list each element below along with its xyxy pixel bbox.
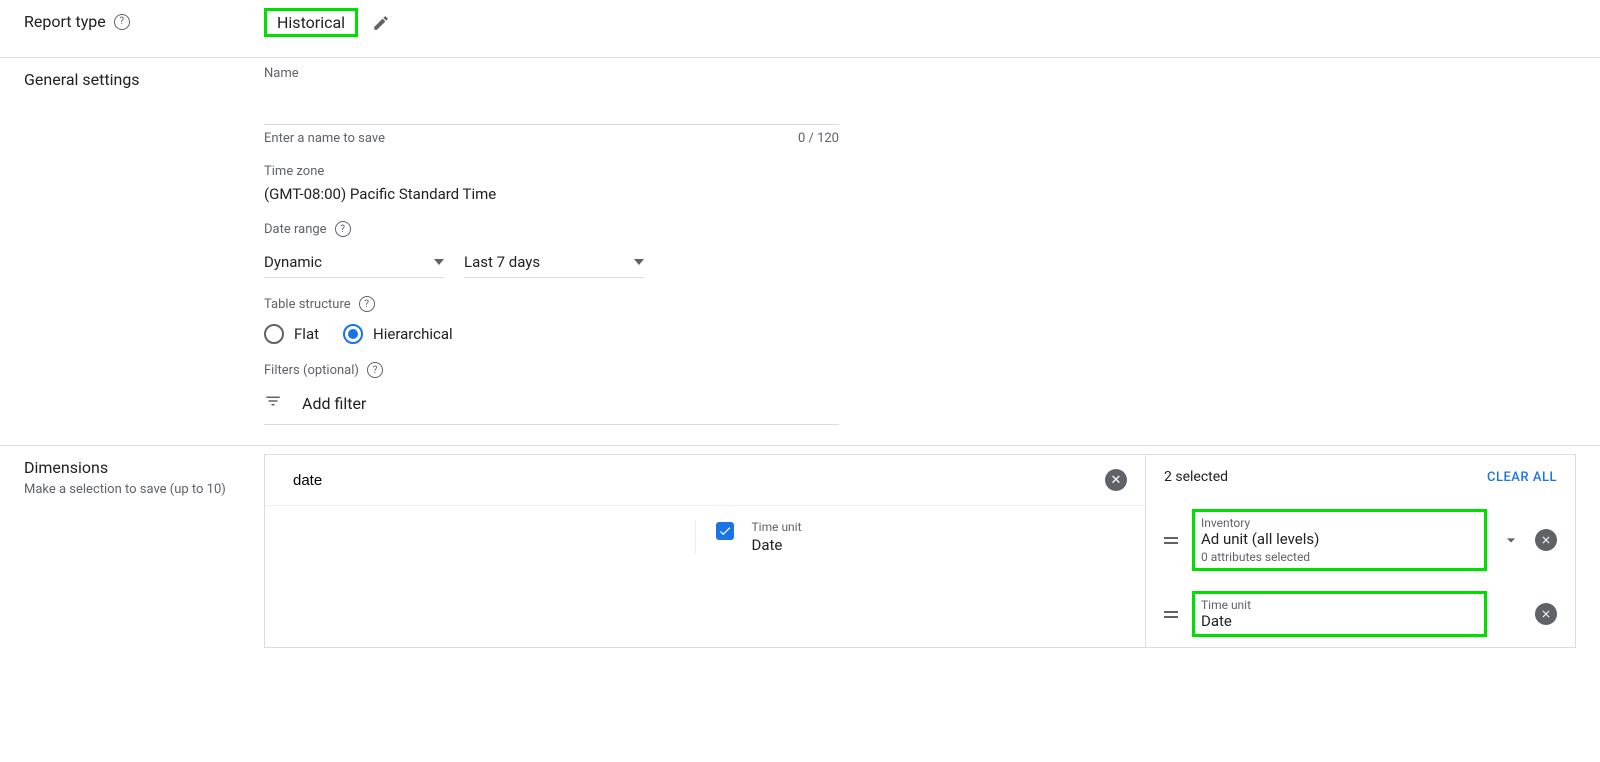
selected-dimension-item: Time unit Date [1146, 581, 1575, 647]
add-filter-button[interactable]: Add filter [264, 392, 839, 425]
radio-hierarchical[interactable]: Hierarchical [343, 324, 453, 344]
result-category: Time unit [752, 520, 802, 534]
filters-label: Filters (optional) [264, 363, 359, 378]
add-filter-label: Add filter [302, 394, 366, 413]
help-icon[interactable]: ? [359, 296, 375, 312]
selected-sub: 0 attributes selected [1201, 550, 1478, 564]
general-settings-label: General settings [24, 70, 140, 89]
radio-icon [343, 324, 363, 344]
chevron-down-icon[interactable] [1501, 530, 1521, 550]
selected-name: Ad unit (all levels) [1201, 530, 1478, 548]
selected-category: Time unit [1201, 598, 1478, 612]
dimensions-search-input[interactable] [283, 472, 1105, 489]
selected-category: Inventory [1201, 516, 1478, 530]
report-type-value: Historical [277, 13, 345, 32]
name-hint: Enter a name to save [264, 131, 385, 146]
range-value-select[interactable]: Last 7 days [464, 247, 644, 278]
filter-icon [264, 392, 282, 414]
report-type-section: Report type ? Historical [0, 0, 1600, 57]
drag-handle-icon[interactable] [1164, 537, 1178, 544]
range-type-value: Dynamic [264, 253, 322, 271]
dimensions-search-column: ✕ Time unit Date [264, 454, 1146, 648]
range-preset-value: Last 7 days [464, 253, 540, 271]
selected-count: 2 selected [1164, 469, 1228, 485]
selected-highlight: Time unit Date [1192, 591, 1487, 637]
result-name: Date [752, 536, 802, 554]
date-range-label: Date range [264, 222, 327, 237]
help-icon[interactable]: ? [367, 362, 383, 378]
dropdown-arrow-icon [634, 259, 644, 265]
result-checkbox[interactable] [716, 522, 734, 540]
report-type-label: Report type [24, 12, 106, 31]
selected-highlight: Inventory Ad unit (all levels) 0 attribu… [1192, 509, 1487, 571]
help-icon[interactable]: ? [114, 14, 130, 30]
selected-name: Date [1201, 612, 1478, 630]
radio-hierarchical-label: Hierarchical [373, 325, 453, 343]
selected-dimension-item: Inventory Ad unit (all levels) 0 attribu… [1146, 499, 1575, 581]
dimensions-selected-column: 2 selected CLEAR ALL Inventory Ad unit (… [1146, 454, 1576, 648]
remove-icon[interactable] [1535, 529, 1557, 551]
timezone-label: Time zone [264, 164, 1576, 179]
general-settings-section: General settings Name Enter a name to sa… [0, 58, 1600, 445]
dimensions-section: Dimensions Make a selection to save (up … [0, 446, 1600, 668]
clear-search-icon[interactable]: ✕ [1105, 469, 1127, 491]
range-type-select[interactable]: Dynamic [264, 247, 444, 278]
radio-icon [264, 324, 284, 344]
clear-all-button[interactable]: CLEAR ALL [1487, 470, 1557, 485]
dropdown-arrow-icon [434, 259, 444, 265]
name-field-label: Name [264, 66, 839, 81]
drag-handle-icon[interactable] [1164, 611, 1178, 618]
radio-flat[interactable]: Flat [264, 324, 319, 344]
report-type-highlight: Historical [264, 8, 358, 37]
remove-icon[interactable] [1535, 603, 1557, 625]
name-input[interactable] [264, 85, 839, 125]
radio-flat-label: Flat [294, 325, 319, 343]
timezone-value: (GMT-08:00) Pacific Standard Time [264, 185, 1576, 203]
edit-icon[interactable] [372, 14, 390, 32]
table-structure-label: Table structure [264, 297, 351, 312]
dimensions-label: Dimensions [24, 458, 264, 477]
name-counter: 0 / 120 [798, 131, 839, 146]
help-icon[interactable]: ? [335, 221, 351, 237]
dimensions-sublabel: Make a selection to save (up to 10) [24, 481, 264, 499]
